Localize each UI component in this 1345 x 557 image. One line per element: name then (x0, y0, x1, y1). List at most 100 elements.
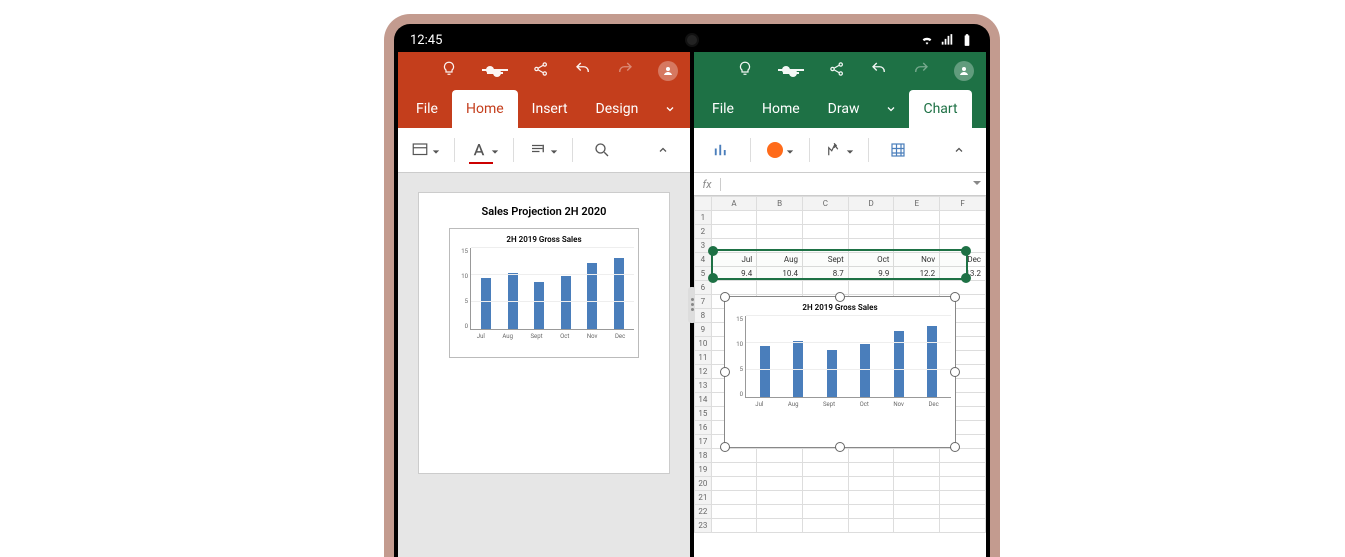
switch-rowcol-button[interactable] (877, 134, 919, 166)
tab-chart[interactable]: Chart (909, 90, 971, 128)
cell[interactable] (711, 449, 757, 463)
collapse-ribbon-icon[interactable] (642, 134, 684, 166)
cell[interactable] (894, 225, 940, 239)
cell[interactable] (711, 211, 757, 225)
embedded-chart-object[interactable]: 2H 2019 Gross Sales 151050 JulAugSeptOct… (724, 296, 956, 448)
cell[interactable] (940, 505, 986, 519)
undo-icon[interactable] (574, 60, 592, 82)
layout-button[interactable] (404, 134, 446, 166)
redo-icon[interactable] (616, 60, 634, 82)
present-icon[interactable] (482, 69, 508, 74)
cell[interactable] (894, 519, 940, 533)
cell[interactable] (757, 491, 803, 505)
cell[interactable] (803, 505, 849, 519)
chart-layout-button[interactable] (818, 134, 860, 166)
row-header[interactable]: 13 (695, 379, 712, 393)
paragraph-button[interactable] (522, 134, 564, 166)
display-icon[interactable] (778, 69, 804, 74)
cell[interactable] (940, 281, 986, 295)
tab-insert[interactable]: Insert (518, 90, 582, 128)
cell[interactable] (711, 281, 757, 295)
cell[interactable] (848, 491, 894, 505)
cell[interactable] (848, 505, 894, 519)
slide[interactable]: Sales Projection 2H 2020 2H 2019 Gross S… (419, 193, 669, 473)
ideas-icon[interactable] (440, 60, 458, 82)
cell[interactable] (711, 463, 757, 477)
cell[interactable] (848, 463, 894, 477)
cell[interactable] (848, 225, 894, 239)
cell[interactable] (803, 519, 849, 533)
row-header[interactable]: 11 (695, 351, 712, 365)
account-avatar[interactable] (954, 61, 974, 81)
cell[interactable] (940, 211, 986, 225)
cell[interactable] (940, 519, 986, 533)
cell[interactable] (757, 505, 803, 519)
tabs-more-icon[interactable] (652, 90, 688, 128)
cell[interactable] (757, 449, 803, 463)
cell[interactable] (803, 211, 849, 225)
col-header[interactable]: B (757, 197, 803, 211)
share-icon[interactable] (532, 60, 550, 82)
row-header[interactable]: 6 (695, 281, 712, 295)
select-all-cell[interactable] (695, 197, 712, 211)
embedded-chart[interactable]: 2H 2019 Gross Sales 151050 JulAugSeptOct… (449, 228, 639, 358)
cell[interactable] (940, 449, 986, 463)
cell[interactable] (848, 477, 894, 491)
cell[interactable] (940, 491, 986, 505)
row-header[interactable]: 23 (695, 519, 712, 533)
cell[interactable] (894, 449, 940, 463)
cell[interactable] (894, 491, 940, 505)
col-header[interactable]: F (940, 197, 986, 211)
row-header[interactable]: 19 (695, 463, 712, 477)
cell[interactable] (848, 211, 894, 225)
cell[interactable] (894, 281, 940, 295)
cell[interactable] (757, 211, 803, 225)
row-header[interactable]: 22 (695, 505, 712, 519)
cell[interactable] (894, 477, 940, 491)
row-header[interactable]: 9 (695, 323, 712, 337)
spreadsheet-grid[interactable]: ABCDEF1234JulAugSeptOctNovDec59.410.48.7… (694, 196, 986, 557)
cell[interactable] (940, 463, 986, 477)
row-header[interactable]: 14 (695, 393, 712, 407)
tab-draw[interactable]: Draw (814, 90, 874, 128)
search-button[interactable] (581, 134, 623, 166)
collapse-ribbon-icon[interactable] (938, 134, 980, 166)
tab-home[interactable]: Home (452, 90, 518, 128)
tab-file[interactable]: File (698, 90, 748, 128)
col-header[interactable]: C (803, 197, 849, 211)
redo-icon[interactable] (912, 60, 930, 82)
slide-canvas[interactable]: Sales Projection 2H 2020 2H 2019 Gross S… (398, 173, 690, 557)
row-header[interactable]: 20 (695, 477, 712, 491)
cell[interactable] (940, 225, 986, 239)
range-selection[interactable] (711, 249, 968, 280)
cell[interactable] (711, 519, 757, 533)
cell[interactable] (803, 491, 849, 505)
row-header[interactable]: 10 (695, 337, 712, 351)
tab-home[interactable]: Home (748, 90, 814, 128)
row-header[interactable]: 7 (695, 295, 712, 309)
ideas-icon[interactable] (736, 60, 754, 82)
tabs-more-icon[interactable] (873, 90, 909, 128)
row-header[interactable]: 17 (695, 435, 712, 449)
col-header[interactable]: A (711, 197, 757, 211)
row-header[interactable]: 1 (695, 211, 712, 225)
cell[interactable] (711, 225, 757, 239)
row-header[interactable]: 18 (695, 449, 712, 463)
cell[interactable] (711, 477, 757, 491)
cell[interactable] (803, 477, 849, 491)
formula-input[interactable] (721, 173, 968, 195)
cell[interactable] (803, 463, 849, 477)
row-header[interactable]: 2 (695, 225, 712, 239)
chart-color-button[interactable] (759, 134, 801, 166)
cell[interactable] (711, 505, 757, 519)
cell[interactable] (894, 463, 940, 477)
undo-icon[interactable] (870, 60, 888, 82)
cell[interactable] (757, 519, 803, 533)
cell[interactable] (711, 491, 757, 505)
tab-design[interactable]: Design (582, 90, 653, 128)
row-header[interactable]: 21 (695, 491, 712, 505)
cell[interactable] (848, 281, 894, 295)
cell[interactable] (757, 463, 803, 477)
cell[interactable] (940, 477, 986, 491)
cell[interactable] (848, 449, 894, 463)
